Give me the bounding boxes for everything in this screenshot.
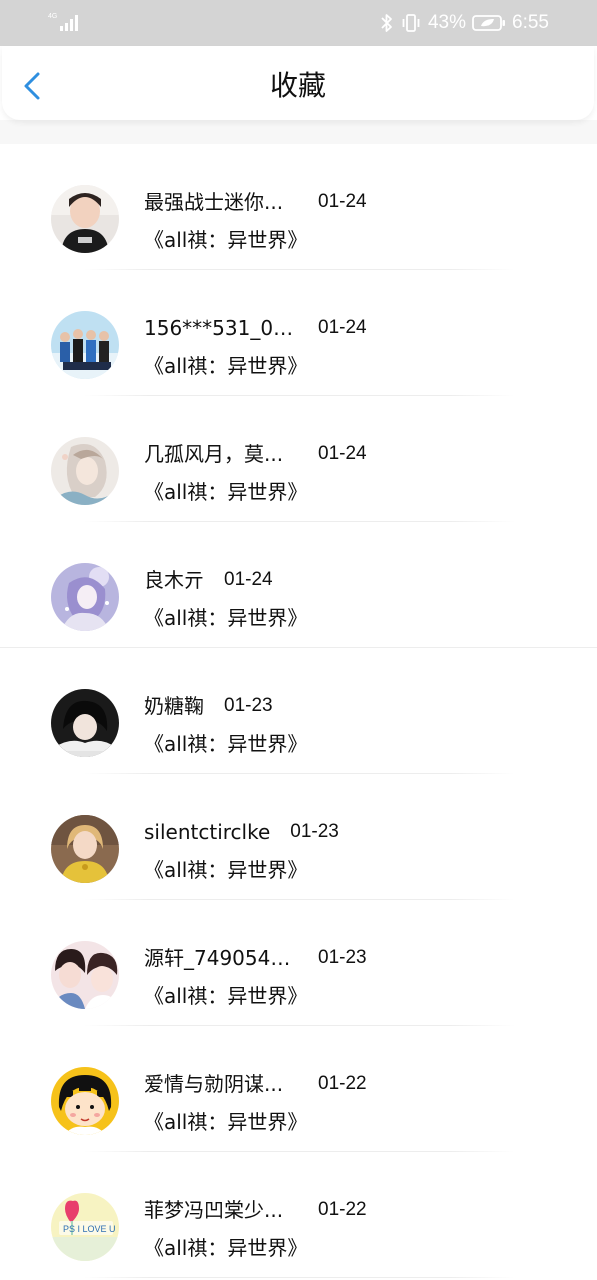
book-title: 《all祺：异世界》 <box>144 732 308 756</box>
list-item[interactable]: silentctirclke 01-23 《all祺：异世界》 <box>0 774 597 900</box>
book-title: 《all祺：异世界》 <box>144 354 308 378</box>
list-item[interactable]: 几孤风月，莫... 01-24 《all祺：异世界》 <box>0 396 597 522</box>
book-title: 《all祺：异世界》 <box>144 858 308 882</box>
battery-icon <box>472 15 506 31</box>
avatar[interactable] <box>51 437 119 505</box>
list-item[interactable]: 156***531_08... 01-24 《all祺：异世界》 <box>0 270 597 396</box>
vibrate-icon <box>402 14 420 32</box>
list-item[interactable]: 良木亓 01-24 《all祺：异世界》 <box>0 522 597 648</box>
note-text: PS I LOVE U <box>63 1224 116 1234</box>
book-title: 《all祺：异世界》 <box>144 984 308 1008</box>
user-name: 爱情与勍阴谋... <box>144 1072 284 1096</box>
avatar[interactable] <box>51 941 119 1009</box>
header-spacer <box>0 120 597 144</box>
user-name: 奶糖鞠 <box>144 694 204 718</box>
favorite-date: 01-23 <box>318 947 367 968</box>
avatar[interactable] <box>51 185 119 253</box>
favorite-date: 01-23 <box>290 821 339 842</box>
bluetooth-icon <box>381 14 392 32</box>
avatar[interactable] <box>51 815 119 883</box>
avatar[interactable] <box>51 1067 119 1135</box>
avatar[interactable] <box>51 311 119 379</box>
user-name: 几孤风月，莫... <box>144 442 284 466</box>
user-name: 良木亓 <box>144 568 204 592</box>
avatar[interactable] <box>51 563 119 631</box>
page-title: 收藏 <box>269 69 326 102</box>
favorite-date: 01-24 <box>318 191 367 212</box>
favorite-date: 01-22 <box>318 1073 367 1094</box>
favorite-date: 01-22 <box>318 1199 367 1220</box>
user-name: 最强战士迷你... <box>144 190 284 214</box>
favorites-list: 最强战士迷你... 01-24 《all祺：异世界》 156***531_08.… <box>0 144 597 1278</box>
user-name: 156***531_08... <box>144 316 296 340</box>
book-title: 《all祺：异世界》 <box>144 1236 308 1260</box>
book-title: 《all祺：异世界》 <box>144 228 308 252</box>
book-title: 《all祺：异世界》 <box>144 606 308 630</box>
user-name: 源轩_7490544... <box>144 946 296 970</box>
list-item[interactable]: 爱情与勍阴谋... 01-22 《all祺：异世界》 <box>0 1026 597 1152</box>
user-name: 菲梦冯凹棠少... <box>144 1198 284 1222</box>
signal-icon: 4G <box>48 13 78 31</box>
battery-percent: 43% <box>427 12 467 33</box>
book-title: 《all祺：异世界》 <box>144 480 308 504</box>
favorite-date: 01-23 <box>224 695 273 716</box>
list-item[interactable]: 源轩_7490544... 01-23 《all祺：异世界》 <box>0 900 597 1026</box>
divider <box>84 1277 515 1278</box>
header-bar: 收藏 <box>2 46 594 120</box>
book-title: 《all祺：异世界》 <box>144 1110 308 1134</box>
list-item[interactable]: 最强战士迷你... 01-24 《all祺：异世界》 <box>0 144 597 270</box>
network-label: 4G <box>48 13 57 20</box>
favorite-date: 01-24 <box>224 569 273 590</box>
list-item[interactable]: 奶糖鞠 01-23 《all祺：异世界》 <box>0 648 597 774</box>
avatar[interactable]: PS I LOVE U <box>51 1193 119 1261</box>
status-time: 6:55 <box>512 12 549 33</box>
user-name: silentctirclke <box>144 820 271 844</box>
favorite-date: 01-24 <box>318 317 367 338</box>
favorite-date: 01-24 <box>318 443 367 464</box>
status-bar: 4G 43% 6:55 <box>0 0 597 46</box>
avatar[interactable] <box>51 689 119 757</box>
list-item[interactable]: PS I LOVE U 菲梦冯凹棠少... 01-22 《all祺：异世界》 <box>0 1152 597 1278</box>
